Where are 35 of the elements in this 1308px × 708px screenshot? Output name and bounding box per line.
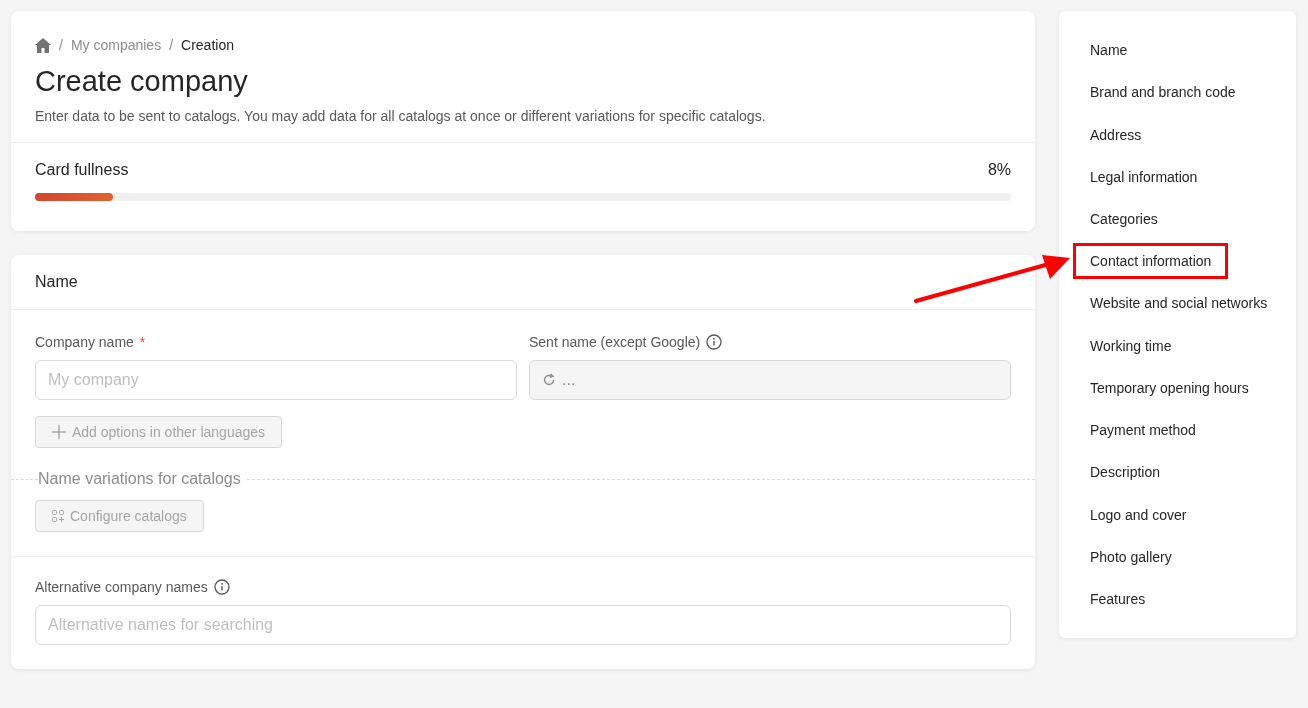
nav-item[interactable]: Address — [1063, 113, 1292, 156]
refresh-icon — [542, 373, 556, 387]
nav-item[interactable]: Features — [1063, 577, 1292, 621]
divider-heading: Name variations for catalogs — [38, 470, 242, 488]
grid-icon — [52, 510, 64, 522]
required-mark: * — [139, 334, 146, 350]
page-description: Enter data to be sent to catalogs. You may add data for all catalogs at once or different variations for specific catalogs. — [35, 108, 767, 124]
nav-item[interactable]: Legal information — [1063, 155, 1292, 198]
breadcrumb-link[interactable]: My companies — [70, 37, 162, 53]
fullness-label: Card fullness — [35, 161, 129, 179]
nav-item[interactable]: Payment method — [1063, 408, 1292, 452]
fullness-reading: 8% — [987, 161, 1011, 179]
section-title: Name — [11, 255, 1035, 310]
breadcrumb-separator: / — [169, 37, 174, 53]
field-label: Alternative company names — [35, 579, 208, 595]
breadcrumb-link[interactable]: Creation — [181, 37, 234, 53]
nav-item[interactable]: Brand and branch code — [1063, 71, 1292, 114]
nav-item[interactable]: Description — [1063, 451, 1292, 494]
breadcrumb-separator: / — [59, 37, 63, 53]
nav-item[interactable]: Logo and cover — [1063, 493, 1292, 536]
nav-item[interactable]: Temporary opening hours — [1063, 366, 1292, 409]
nav-item[interactable]: Categories — [1063, 197, 1292, 241]
nav-item[interactable]: Name — [1063, 29, 1292, 72]
info-icon — [706, 334, 723, 350]
nav-item[interactable]: Working time — [1063, 324, 1292, 367]
input-field[interactable]: Alternative names for searching — [35, 605, 1011, 645]
page-title: Create company — [35, 65, 249, 98]
info-icon — [213, 579, 230, 595]
plus-icon — [52, 425, 66, 439]
field-label: Sent name (except Google) — [529, 334, 701, 350]
nav-item[interactable]: Photo gallery — [1063, 535, 1292, 578]
home-icon[interactable] — [35, 37, 51, 53]
nav-item[interactable]: Website and social networks — [1063, 282, 1292, 325]
field-label: Company name — [35, 334, 134, 350]
input-field[interactable]: My company — [35, 360, 517, 400]
